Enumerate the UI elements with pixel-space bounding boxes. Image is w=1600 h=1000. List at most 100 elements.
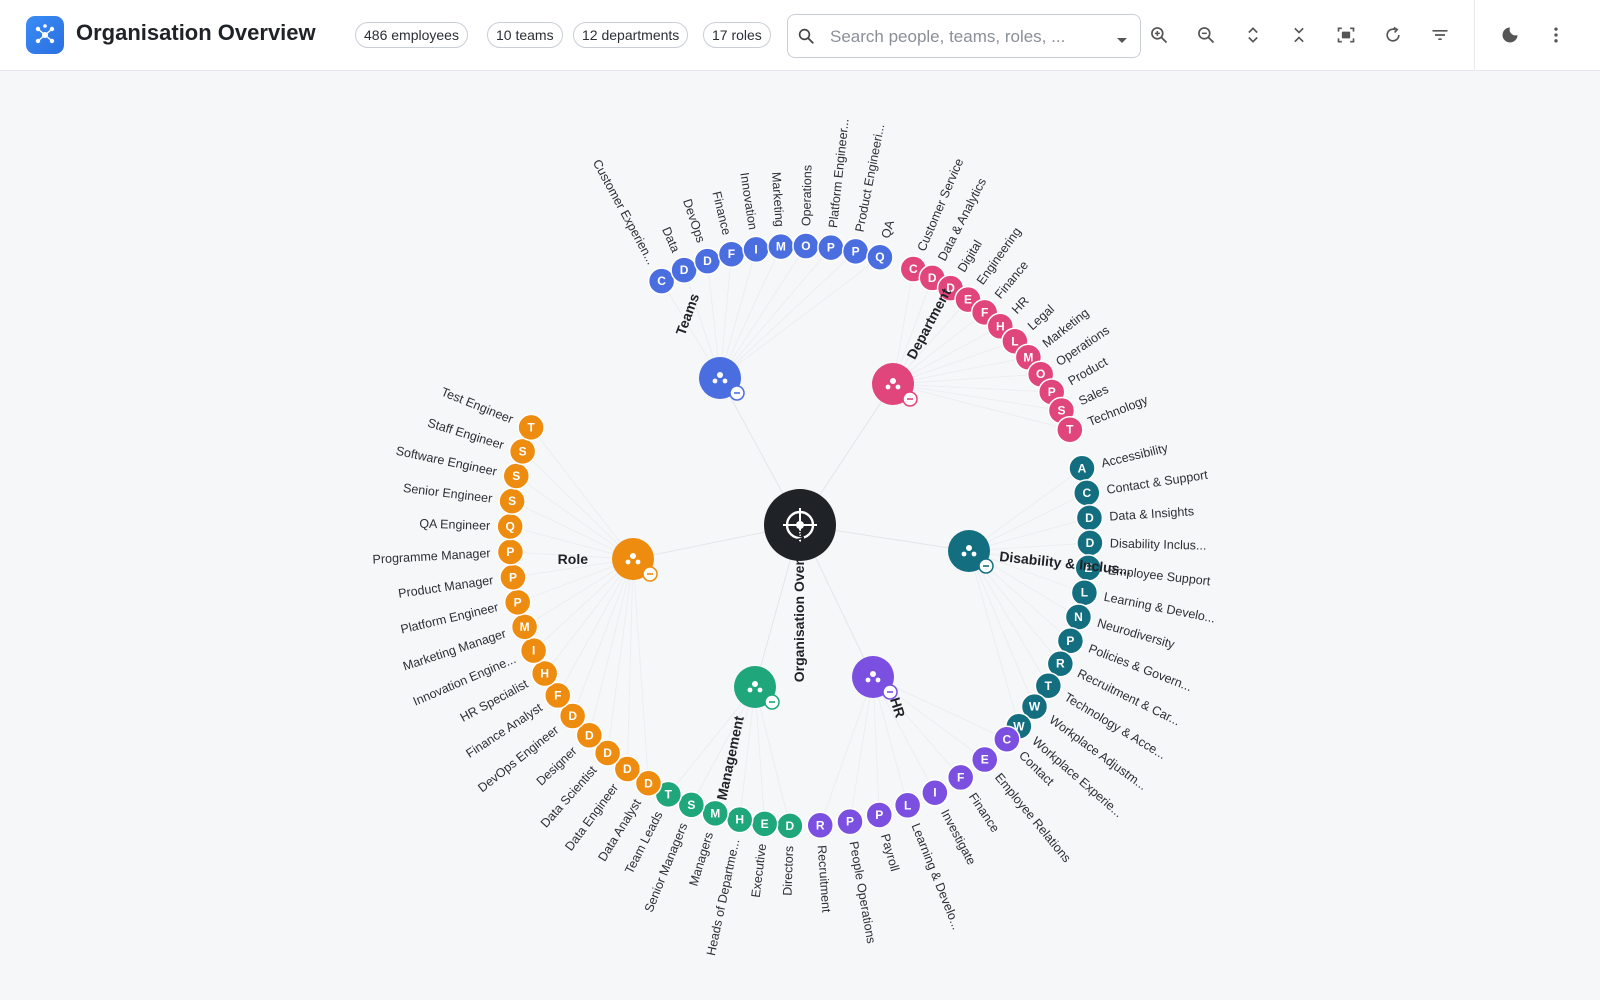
child-node-operations[interactable]: O Operations	[792, 165, 820, 260]
child-node-initial: D	[928, 271, 937, 285]
child-node-initial: P	[514, 595, 522, 609]
child-node-label: Finance	[709, 190, 733, 237]
child-node-initial: H	[996, 319, 1005, 333]
child-node-initial: H	[735, 813, 744, 827]
child-node-product-engineeri[interactable]: P Product Engineeri...	[841, 123, 888, 266]
hub-label: HR	[887, 695, 908, 719]
hub-label: Management	[713, 714, 747, 801]
child-node-initial: A	[1078, 461, 1087, 475]
zoom-out-icon[interactable]	[1194, 23, 1218, 47]
child-node-programme-manager[interactable]: P Programme Manager	[372, 538, 525, 567]
child-node-label: Learning & Develo...	[1103, 590, 1217, 626]
child-node-initial: D	[703, 254, 712, 268]
child-node-label: Platform Engineer...	[826, 118, 852, 229]
child-node-qa-engineer[interactable]: Q QA Engineer	[419, 512, 524, 541]
child-node-initial: F	[957, 770, 964, 784]
refresh-icon[interactable]	[1381, 23, 1405, 47]
collapse-toggle-icon[interactable]	[642, 566, 658, 582]
child-node-initial: E	[761, 817, 769, 831]
edge-role-designer	[588, 558, 634, 736]
child-node-initial: N	[1074, 610, 1083, 624]
collapse-toggle-icon[interactable]	[902, 391, 918, 407]
child-node-label: Product Manager	[397, 573, 494, 601]
edge-disability-inclus-accessibility	[968, 467, 1083, 552]
child-node-qa[interactable]: Q QA	[866, 218, 897, 271]
child-node-initial: W	[1029, 700, 1041, 714]
child-node-initial: E	[981, 753, 989, 767]
child-node-label: Workplace Adjustm...	[1047, 713, 1150, 793]
chevron-down-icon[interactable]	[1116, 32, 1128, 50]
child-node-initial: C	[1003, 732, 1012, 746]
child-node-label: Marketing	[769, 171, 787, 227]
hub-label: Teams	[672, 291, 702, 337]
child-node-technology[interactable]: TTechnology	[1056, 392, 1151, 444]
more-options-icon[interactable]	[1544, 23, 1568, 47]
child-node-label: DevOps	[680, 197, 708, 244]
child-node-initial: H	[540, 667, 549, 681]
child-node-disability-inclus[interactable]: D Disability Inclus...	[1076, 529, 1207, 557]
edge-role-devops-engineer	[572, 558, 634, 717]
child-node-initial: M	[1023, 350, 1033, 364]
child-node-platform-engineer[interactable]: P Platform Engineer...	[817, 118, 852, 262]
collapse-toggle-icon[interactable]	[729, 385, 745, 401]
child-node-people-operations[interactable]: P People Operations	[836, 807, 878, 945]
child-node-recruitment[interactable]: R Recruitment	[806, 811, 834, 913]
child-node-initial: P	[827, 241, 835, 255]
search-box[interactable]	[787, 14, 1141, 58]
child-node-initial: F	[728, 247, 735, 261]
org-graph-canvas[interactable]: Organisation Overview C Customer Experien.…	[0, 71, 1600, 1000]
edge-teams-qa	[719, 256, 881, 379]
child-node-initial: P	[509, 570, 517, 584]
hub-node-disability-inclus[interactable]: Disability & Inclus...	[948, 530, 1132, 578]
collapse-vertical-icon[interactable]	[1287, 23, 1311, 47]
child-node-heads-of-departme[interactable]: H Heads of Departme...	[704, 805, 754, 957]
collapse-toggle-icon[interactable]	[978, 558, 994, 574]
expand-vertical-icon[interactable]	[1241, 23, 1265, 47]
hub-node-hr[interactable]: HR	[852, 656, 908, 720]
child-node-initial: I	[754, 242, 757, 256]
hub-node-management[interactable]: Management	[713, 666, 780, 801]
edge-disability-inclus-workplace-experie	[968, 550, 1020, 727]
child-node-initial: T	[527, 420, 535, 434]
child-node-initial: O	[801, 239, 810, 253]
child-node-executive[interactable]: E Executive	[749, 810, 779, 899]
child-node-senior-engineer[interactable]: S Senior Engineer	[402, 481, 526, 515]
edge-department-operations	[892, 373, 1041, 385]
child-node-label: Neurodiversity	[1096, 616, 1177, 652]
child-node-initial: T	[1066, 423, 1074, 437]
edge-role-finance-analyst	[557, 558, 634, 696]
child-node-initial: D	[1086, 536, 1095, 550]
search-input[interactable]	[828, 23, 1102, 51]
child-node-label: Accessibility	[1100, 441, 1170, 471]
child-node-customer-experien[interactable]: C Customer Experien...	[590, 157, 676, 295]
child-node-marketing[interactable]: M Marketing	[767, 171, 795, 261]
filter-icon[interactable]	[1428, 23, 1452, 47]
edge-disability-inclus-workplace-adjustm	[968, 550, 1035, 707]
top-bar: Organisation Overview 486 employees 10 t…	[0, 0, 1600, 71]
edge-role-data-scientist	[607, 558, 634, 754]
collapse-toggle-icon[interactable]	[764, 694, 780, 710]
child-node-initial: P	[506, 545, 514, 559]
fit-screen-icon[interactable]	[1334, 23, 1358, 47]
child-node-initial: L	[1011, 334, 1018, 348]
page-title: Organisation Overview	[76, 20, 316, 45]
employee-count-badge: 486 employees	[355, 22, 468, 48]
zoom-in-icon[interactable]	[1147, 23, 1171, 47]
child-node-data-insights[interactable]: D Data & Insights	[1075, 504, 1194, 532]
child-node-initial: D	[568, 709, 577, 723]
child-node-initial: D	[644, 776, 653, 790]
child-node-initial: S	[519, 444, 527, 458]
role-count-badge: 17 roles	[703, 22, 771, 48]
dark-mode-icon[interactable]	[1498, 23, 1522, 47]
hub-node-teams[interactable]: Teams	[672, 291, 745, 401]
hub-label: Disability & Inclus...	[999, 548, 1132, 578]
child-node-directors[interactable]: D Directors	[776, 812, 804, 896]
child-node-initial: S	[1057, 404, 1065, 418]
graph-nodes: Organisation Overview C Customer Experien.…	[372, 118, 1216, 957]
child-node-initial: C	[909, 262, 918, 276]
edge-role-software-engineer	[515, 475, 634, 560]
child-node-initial: E	[964, 293, 972, 307]
child-node-initial: C	[1082, 486, 1091, 500]
center-node[interactable]: Organisation Overview	[764, 489, 836, 682]
child-node-initial: D	[585, 728, 594, 742]
